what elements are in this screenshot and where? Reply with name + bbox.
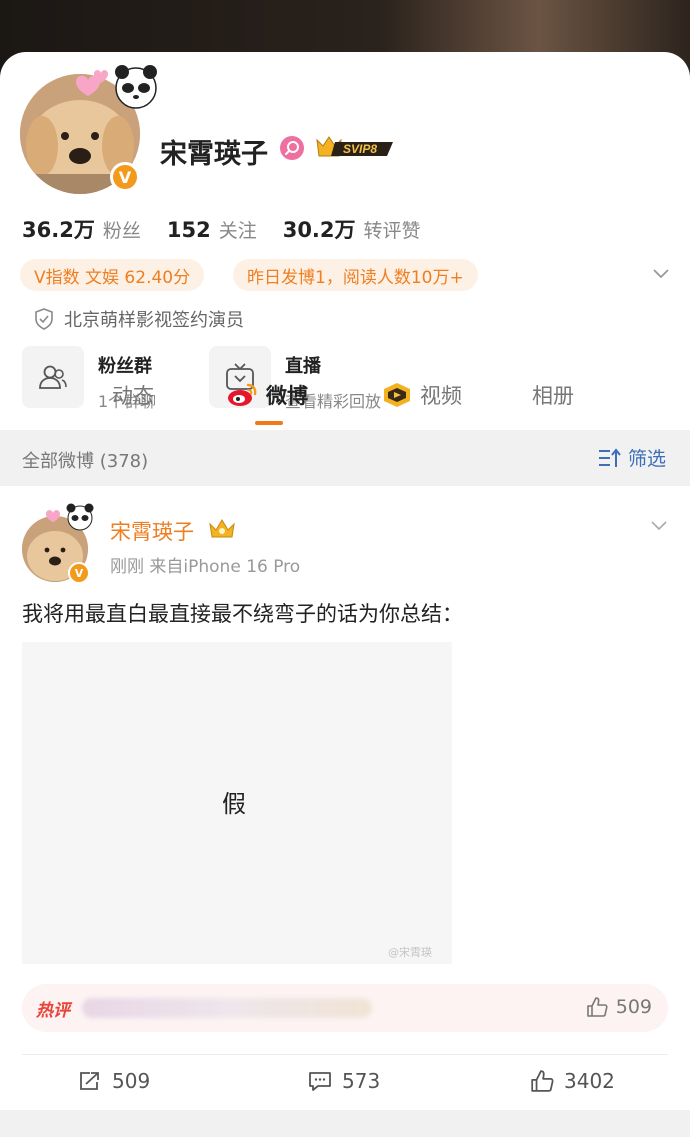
- verified-badge-icon: V: [68, 562, 90, 584]
- filter-label: 筛选: [627, 448, 666, 470]
- shield-check-icon: [35, 308, 53, 330]
- comment-icon: [309, 1072, 331, 1091]
- stat-value: 36.2万: [22, 218, 95, 242]
- like-button[interactable]: 3402: [530, 1069, 615, 1093]
- profile-tabs: 动态 微博 视频 相册: [0, 380, 690, 428]
- tab-video[interactable]: 视频: [382, 380, 462, 410]
- post-avatar[interactable]: V: [22, 503, 94, 584]
- repost-count: 509: [112, 1069, 151, 1093]
- panda-hearts-sticker-icon: [46, 503, 94, 531]
- stat-label: 粉丝: [102, 220, 141, 242]
- weibo-logo-icon: [228, 383, 257, 406]
- thumb-up-icon: [586, 997, 608, 1017]
- profile-card: V 宋霄瑛子 SVIP8 36.2万 粉丝 152 关注 30.2万 转评赞 V指数 …: [0, 52, 690, 428]
- post-image[interactable]: 假 @宋霄瑛: [22, 642, 452, 964]
- comment-button[interactable]: 573: [308, 1069, 380, 1093]
- divider: [22, 1054, 668, 1055]
- active-tab-indicator: [255, 421, 283, 425]
- panda-hearts-sticker-icon: [76, 65, 157, 109]
- filter-button[interactable]: 筛选: [598, 444, 666, 471]
- v-index-pill[interactable]: V指数 文娱 62.40分: [20, 259, 205, 291]
- hot-comment-like-count: 509: [615, 996, 652, 1018]
- stat-label: 转评赞: [363, 220, 421, 242]
- post-meta: 刚刚 来自iPhone 16 Pro: [110, 557, 301, 577]
- repost-icon: [80, 1072, 99, 1090]
- image-watermark: @宋霄瑛: [388, 946, 432, 959]
- feature-title: 直播: [285, 356, 321, 377]
- tab-label: 相册: [532, 384, 574, 408]
- weibo-post: V 宋霄瑛子 刚刚 来自iPhone 16 Pro 我将用最直白最直接最不绕弯子…: [0, 486, 690, 1110]
- chevron-down-icon[interactable]: [652, 264, 670, 282]
- filter-bar: 全部微博 (378) 筛选: [0, 430, 690, 486]
- hot-comment-bar[interactable]: 热评 509: [22, 984, 668, 1032]
- tab-weibo[interactable]: 微博: [226, 380, 308, 410]
- chevron-down-icon[interactable]: [650, 516, 668, 534]
- thumb-up-icon: [531, 1070, 554, 1092]
- tab-album[interactable]: 相册: [532, 380, 574, 410]
- stat-following[interactable]: 152 关注: [167, 216, 257, 243]
- post-count-label: 全部微博 (378): [22, 451, 149, 472]
- stat-value: 30.2万: [282, 218, 356, 242]
- profile-avatar[interactable]: V: [20, 65, 157, 194]
- hot-comment-label: 热评: [36, 1001, 70, 1021]
- svip-label: SVIP8: [343, 142, 377, 156]
- svip-badge[interactable]: SVIP8: [313, 134, 395, 162]
- video-badge-icon: [384, 383, 410, 407]
- feature-title: 粉丝群: [98, 356, 152, 377]
- crown-badge-icon: [209, 519, 235, 538]
- stat-followers[interactable]: 36.2万 粉丝: [22, 214, 141, 244]
- profile-name: 宋霄瑛子: [160, 139, 268, 170]
- profile-stats: 36.2万 粉丝 152 关注 30.2万 转评赞: [22, 214, 421, 244]
- stat-label: 关注: [218, 220, 257, 242]
- stat-interactions[interactable]: 30.2万 转评赞: [283, 214, 421, 244]
- repost-button[interactable]: 509: [78, 1069, 150, 1093]
- post-author-name[interactable]: 宋霄瑛子: [110, 516, 194, 546]
- stat-value: 152: [166, 218, 211, 242]
- hot-comment-like[interactable]: 509: [586, 996, 652, 1018]
- verified-badge-icon: V: [110, 162, 140, 192]
- post-text: 我将用最直白最直接最不绕弯子的话为你总结：: [22, 602, 463, 626]
- tab-label: 动态: [112, 384, 154, 408]
- feed-separator: [0, 1110, 690, 1137]
- blurred-comment-preview: [82, 998, 372, 1018]
- tab-label: 视频: [420, 384, 462, 408]
- verification-row: 北京萌样影视签约演员: [34, 306, 244, 332]
- comment-count: 573: [342, 1069, 381, 1093]
- search-badge-icon[interactable]: [280, 136, 304, 160]
- filter-sort-icon: [598, 447, 621, 467]
- post-activity-pill[interactable]: 昨日发博1，阅读人数10万+: [233, 259, 478, 291]
- tab-dynamics[interactable]: 动态: [112, 380, 154, 410]
- tab-label: 微博: [266, 384, 308, 408]
- verification-text: 北京萌样影视签约演员: [64, 310, 244, 331]
- post-image-text: 假: [222, 790, 246, 818]
- like-count: 3402: [564, 1069, 615, 1093]
